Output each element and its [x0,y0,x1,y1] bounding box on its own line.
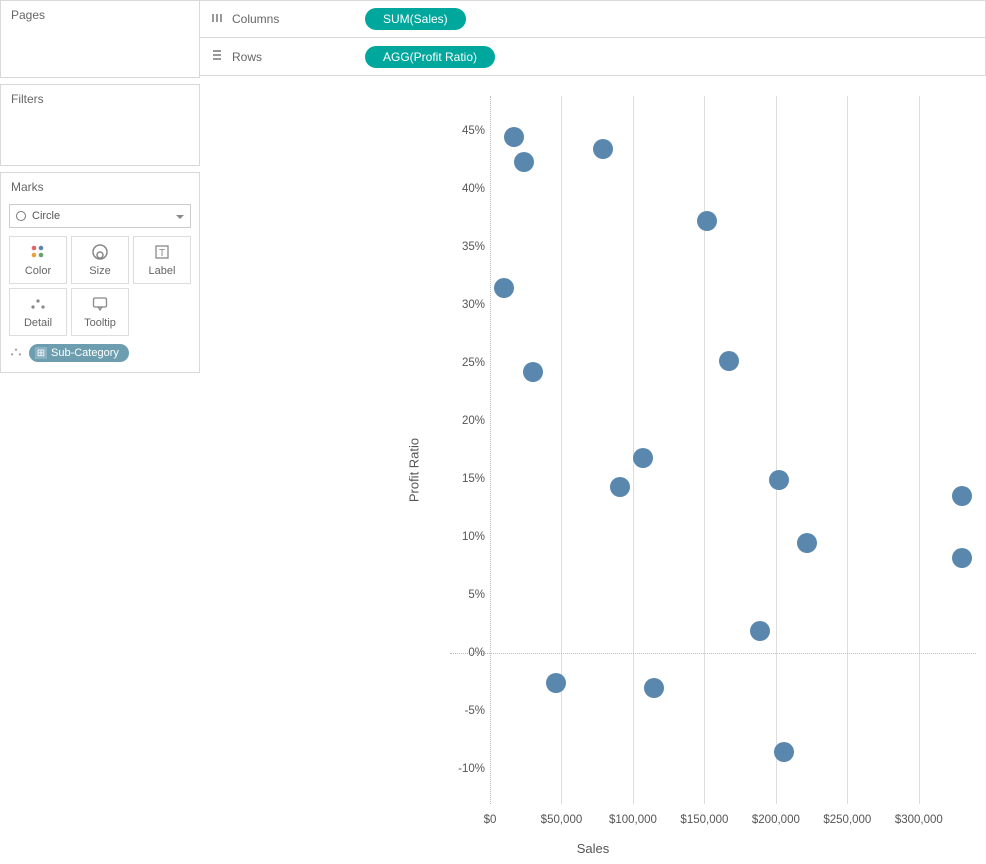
marks-card: Marks Circle Color Size [0,172,200,373]
marks-size-label: Size [89,265,110,277]
y-tick-label: 35% [445,241,485,253]
size-icon [91,243,109,261]
zero-line-v [490,96,491,804]
y-tick-label: -5% [445,705,485,717]
columns-shelf[interactable]: Columns SUM(Sales) [200,0,986,38]
data-point[interactable] [952,548,972,568]
x-tick-label: $0 [484,814,497,826]
data-point[interactable] [797,533,817,553]
y-tick-label: 30% [445,299,485,311]
subcategory-pill[interactable]: ⊞ Sub-Category [29,344,129,362]
y-tick-label: 25% [445,357,485,369]
data-point[interactable] [546,673,566,693]
detail-glyph-icon [9,345,23,362]
pages-card[interactable]: Pages [0,0,200,78]
chevron-down-icon [176,215,184,219]
rows-label: Rows [232,50,262,64]
gridline-v [776,96,777,804]
marks-tooltip-label: Tooltip [84,317,116,329]
marks-size-button[interactable]: Size [71,236,129,284]
color-icon [29,243,47,261]
data-point[interactable] [644,678,664,698]
data-point[interactable] [514,152,534,172]
marks-label-label: Label [149,265,176,277]
x-tick-label: $150,000 [680,814,728,826]
gridline-v [633,96,634,804]
side-panel: Pages Filters Marks Circle Color [0,0,200,864]
data-point[interactable] [719,351,739,371]
columns-label: Columns [232,12,279,26]
y-tick-label: 45% [445,125,485,137]
y-tick-label: 40% [445,183,485,195]
data-point[interactable] [593,139,613,159]
gridline-v [704,96,705,804]
x-tick-label: $100,000 [609,814,657,826]
rows-shelf[interactable]: Rows AGG(Profit Ratio) [200,38,986,76]
gridline-v [847,96,848,804]
expand-icon: ⊞ [35,347,47,359]
main-area: Columns SUM(Sales) Rows AGG(Profit Ratio… [200,0,986,864]
marks-title: Marks [1,173,199,200]
x-axis-title: Sales [577,841,610,856]
y-tick-label: 15% [445,473,485,485]
y-tick-label: 0% [445,647,485,659]
mark-type-label: Circle [32,210,60,222]
marks-detail-label: Detail [24,317,52,329]
circle-icon [16,211,26,221]
x-tick-label: $250,000 [823,814,871,826]
marks-label-button[interactable]: T Label [133,236,191,284]
chart-viewport[interactable]: Profit Ratio Sales -10%-5%0%5%10%15%20%2… [200,76,986,864]
filters-card[interactable]: Filters [0,84,200,166]
plot-area[interactable]: -10%-5%0%5%10%15%20%25%30%35%40%45%$0$50… [490,96,976,804]
rows-pill[interactable]: AGG(Profit Ratio) [365,46,495,68]
data-point[interactable] [750,621,770,641]
data-point[interactable] [633,448,653,468]
filters-title: Filters [1,85,199,112]
x-tick-label: $300,000 [895,814,943,826]
mark-type-dropdown[interactable]: Circle [9,204,191,228]
data-point[interactable] [769,470,789,490]
gridline-v [561,96,562,804]
y-tick-label: -10% [445,763,485,775]
columns-pill-label: SUM(Sales) [383,12,448,26]
svg-text:T: T [159,248,165,259]
data-point[interactable] [523,362,543,382]
label-icon: T [153,243,171,261]
rows-icon [210,49,224,64]
tooltip-icon [91,295,109,313]
zero-line-h [450,653,976,654]
data-point[interactable] [697,211,717,231]
x-tick-label: $50,000 [541,814,583,826]
data-point[interactable] [494,278,514,298]
y-axis-title: Profit Ratio [407,438,422,502]
y-tick-label: 5% [445,589,485,601]
columns-icon [210,12,224,27]
marks-tooltip-button[interactable]: Tooltip [71,288,129,336]
gridline-v [919,96,920,804]
data-point[interactable] [504,127,524,147]
x-tick-label: $200,000 [752,814,800,826]
marks-color-button[interactable]: Color [9,236,67,284]
marks-detail-button[interactable]: Detail [9,288,67,336]
pages-title: Pages [1,1,199,28]
data-point[interactable] [952,486,972,506]
subcategory-pill-label: Sub-Category [51,347,119,359]
y-tick-label: 10% [445,531,485,543]
detail-icon [29,295,47,313]
data-point[interactable] [610,477,630,497]
rows-pill-label: AGG(Profit Ratio) [383,50,477,64]
columns-pill[interactable]: SUM(Sales) [365,8,466,30]
data-point[interactable] [774,742,794,762]
y-tick-label: 20% [445,415,485,427]
marks-color-label: Color [25,265,51,277]
